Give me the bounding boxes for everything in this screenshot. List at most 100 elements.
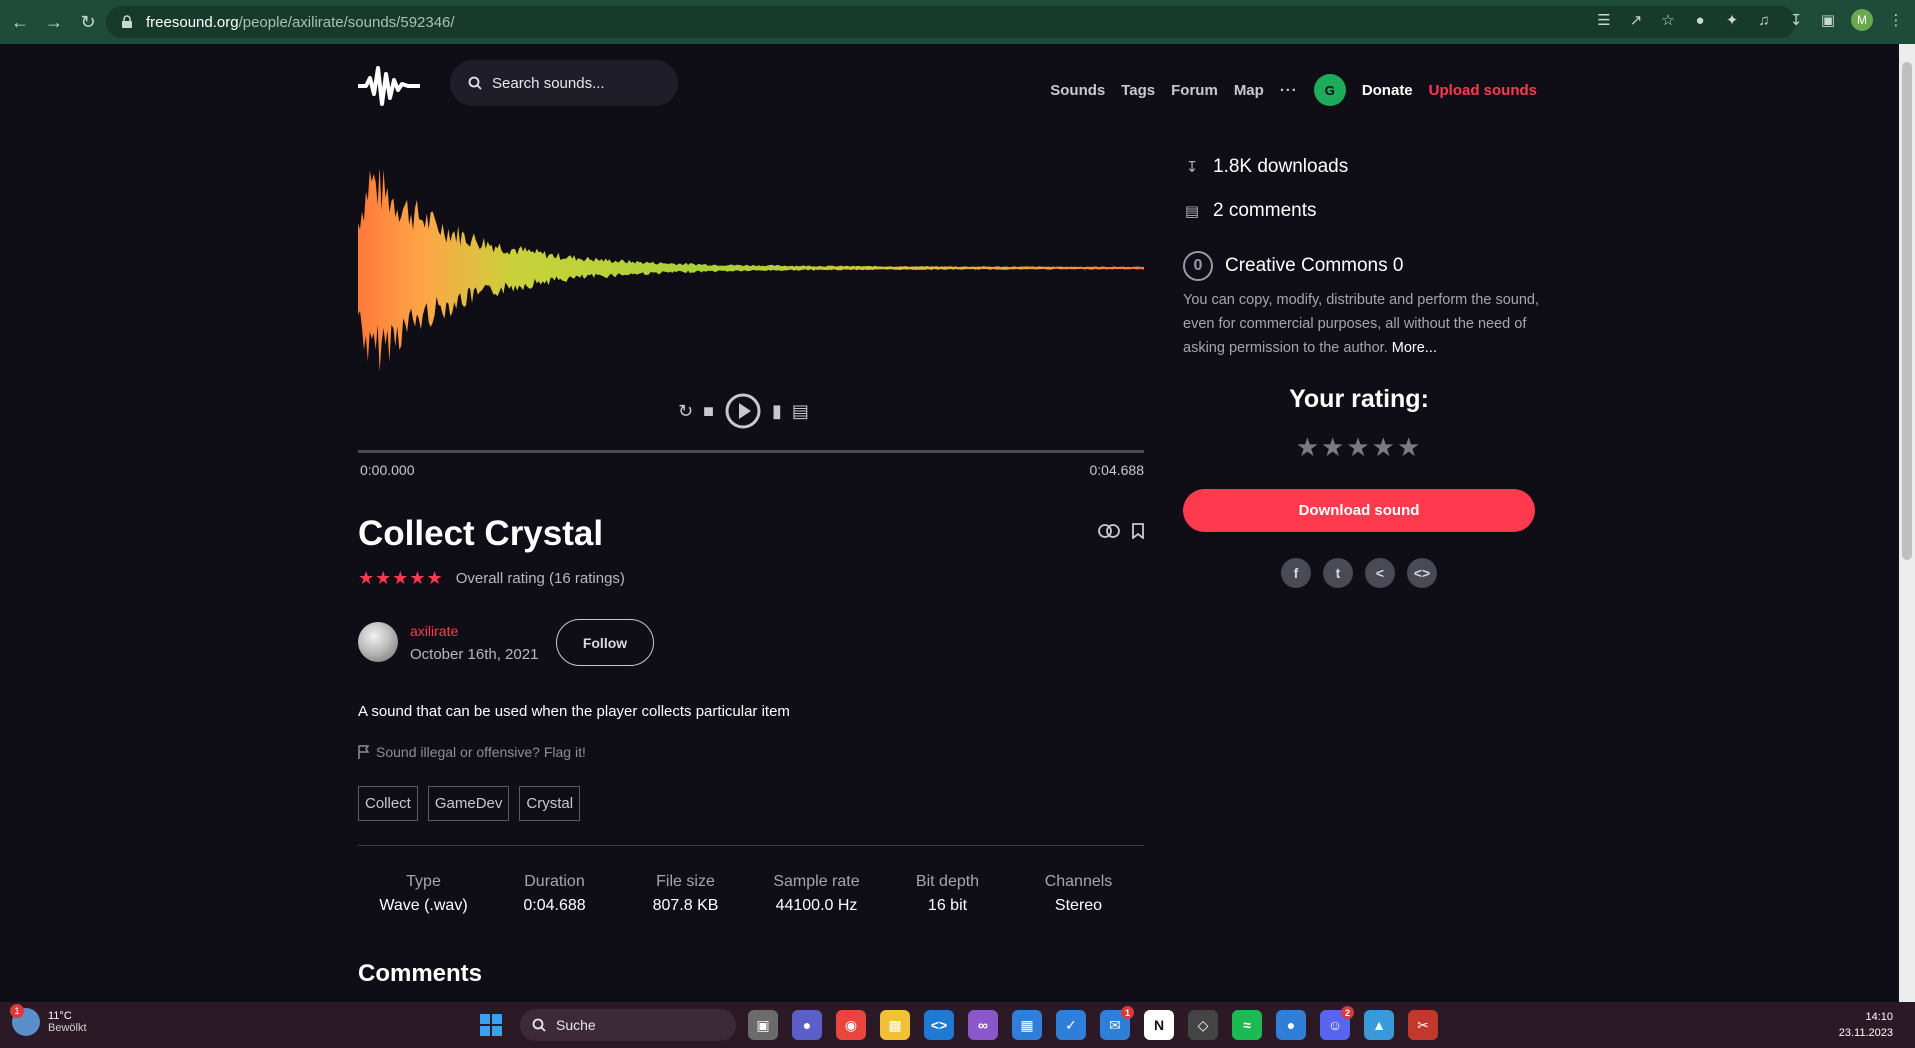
nav-forum[interactable]: Forum — [1171, 82, 1218, 99]
spec-value: Wave (.wav) — [379, 897, 468, 914]
maps-icon[interactable]: ● — [1276, 1010, 1306, 1040]
discord-icon[interactable]: ☺ 2 — [1320, 1006, 1354, 1040]
mail-badge: 1 — [1121, 1006, 1134, 1019]
spec-value: 44100.0 Hz — [775, 897, 858, 914]
spectrogram-icon[interactable]: ▮ — [772, 401, 782, 422]
loop-icon[interactable]: ↻ — [678, 401, 693, 422]
taskbar-search-label: Suche — [556, 1017, 596, 1033]
vscode-icon[interactable]: <> — [924, 1010, 954, 1040]
spec-value: 807.8 KB — [652, 897, 719, 914]
menu-icon[interactable]: ⋮ — [1887, 11, 1905, 29]
license-title: 0 Creative Commons 0 — [1183, 251, 1403, 281]
lock-icon — [122, 15, 132, 28]
sidepanel-icon[interactable]: ▣ — [1819, 11, 1837, 29]
calendar-icon[interactable]: ▦ — [1012, 1010, 1042, 1040]
spec-type: Type Wave (.wav) — [358, 873, 489, 915]
site-nav: Sounds Tags Forum Map ··· G Donate Uploa… — [1050, 74, 1537, 106]
spec-channels: Channels Stereo — [1013, 873, 1144, 915]
notion-icon[interactable]: N — [1144, 1010, 1174, 1040]
stop-icon[interactable]: ■ — [703, 401, 714, 422]
tag-crystal[interactable]: Crystal — [519, 786, 581, 821]
tag-collect[interactable]: Collect — [358, 786, 418, 821]
extension-icon[interactable]: ● — [1691, 11, 1709, 29]
browser-actions: ☰ ↗ ☆ ● ✦ ♫ ↧ ▣ M ⋮ — [1595, 9, 1905, 31]
file-explorer-icon[interactable]: ▩ — [880, 1010, 910, 1040]
similar-sounds-icon[interactable] — [1098, 523, 1120, 539]
sound-specs: Type Wave (.wav) Duration 0:04.688 File si… — [358, 873, 1144, 915]
search-input[interactable]: Search sounds... — [450, 60, 678, 106]
browser-toolbar: ← → ↻ freesound.org/people/axilirate/sou… — [0, 0, 1915, 44]
download-icon[interactable]: ↧ — [1787, 11, 1805, 29]
more-menu-icon[interactable]: ··· — [1280, 82, 1298, 99]
waveform[interactable] — [358, 170, 1144, 428]
todo-icon[interactable]: ✓ — [1056, 1010, 1086, 1040]
back-icon[interactable]: ← — [6, 8, 34, 36]
windows-start-icon[interactable] — [480, 1014, 502, 1036]
taskbar-apps: ▣ ● ◉ ▩ <> ∞ ▦ ✓ ✉ 1 N ◇ ≈ ● ☺ 2 ▲ ✂ — [748, 1006, 1438, 1040]
play-icon[interactable] — [724, 392, 762, 430]
taskbar-search[interactable]: Suche — [520, 1009, 736, 1041]
spotify-icon[interactable]: ≈ — [1232, 1010, 1262, 1040]
freesound-logo[interactable] — [358, 60, 420, 110]
title-actions — [1098, 523, 1144, 539]
progress-bar[interactable] — [358, 450, 1144, 453]
nav-map[interactable]: Map — [1234, 82, 1264, 99]
share-link-icon[interactable]: < — [1365, 558, 1395, 588]
task-view-icon[interactable]: ▣ — [748, 1010, 778, 1040]
translate-icon[interactable]: ☰ — [1595, 11, 1613, 29]
donate-link[interactable]: Donate — [1362, 82, 1413, 99]
weather-widget[interactable]: 1 11°C Bewölkt — [10, 1004, 87, 1036]
spec-key: Bit depth — [915, 873, 980, 890]
chrome-icon[interactable]: ◉ — [836, 1010, 866, 1040]
player-controls: ↻ ■ ▮ ▤ — [678, 392, 809, 430]
username-link[interactable]: axilirate — [410, 623, 458, 639]
license-more-link[interactable]: More... — [1392, 340, 1437, 356]
ruler-icon[interactable]: ▤ — [792, 401, 809, 422]
share-icon[interactable]: ↗ — [1627, 11, 1645, 29]
nav-tags[interactable]: Tags — [1121, 82, 1155, 99]
visual-studio-icon[interactable]: ∞ — [968, 1010, 998, 1040]
upload-sounds-link[interactable]: Upload sounds — [1429, 82, 1537, 99]
spec-key: Type — [406, 873, 441, 890]
system-clock[interactable]: 14:10 23.11.2023 — [1839, 1009, 1893, 1041]
avatar[interactable] — [358, 622, 398, 662]
photos-icon[interactable]: ▲ — [1364, 1010, 1394, 1040]
comments-heading: Comments — [358, 960, 483, 987]
rate-stars[interactable]: ★★★★★ — [1183, 432, 1535, 463]
bookmark-icon[interactable] — [1132, 523, 1144, 539]
puzzle-icon[interactable]: ✦ — [1723, 11, 1741, 29]
flag-link[interactable]: Sound illegal or offensive? Flag it! — [358, 744, 586, 760]
nav-sounds[interactable]: Sounds — [1050, 82, 1105, 99]
snipping-tool-icon[interactable]: ✂ — [1408, 1010, 1438, 1040]
download-button[interactable]: Download sound — [1183, 489, 1535, 532]
reload-icon[interactable]: ↻ — [74, 8, 102, 36]
embed-icon[interactable]: <> — [1407, 558, 1437, 588]
follow-button[interactable]: Follow — [556, 619, 654, 666]
page-title: Collect Crystal — [358, 514, 604, 553]
rating-text: Overall rating (16 ratings) — [455, 570, 625, 587]
mail-icon[interactable]: ✉ 1 — [1100, 1006, 1134, 1040]
search-icon — [532, 1018, 546, 1032]
forward-icon[interactable]: → — [40, 8, 68, 36]
bookmark-star-icon[interactable]: ☆ — [1659, 11, 1677, 29]
media-icon[interactable]: ♫ — [1755, 11, 1773, 29]
downloads-count: ↧ 1.8K downloads — [1183, 156, 1349, 178]
spec-value: 16 bit — [927, 897, 968, 914]
tag-gamedev[interactable]: GameDev — [427, 786, 510, 821]
profile-avatar[interactable]: M — [1851, 9, 1873, 31]
twitter-icon[interactable]: t — [1323, 558, 1353, 588]
spec-key: Sample rate — [773, 873, 860, 890]
overall-rating: ★★★★★ Overall rating (16 ratings) — [358, 568, 625, 589]
clock-time: 14:10 — [1865, 1011, 1893, 1023]
search-placeholder: Search sounds... — [492, 74, 605, 92]
page-scrollbar[interactable] — [1899, 44, 1915, 1002]
divider — [358, 845, 1144, 846]
user-avatar-button[interactable]: G — [1313, 74, 1346, 106]
scrollbar-thumb[interactable] — [1902, 62, 1912, 560]
teams-icon[interactable]: ● — [792, 1010, 822, 1040]
url-path: /people/axilirate/sounds/592346/ — [238, 13, 455, 31]
address-bar[interactable]: freesound.org/people/axilirate/sounds/59… — [106, 6, 1796, 38]
facebook-icon[interactable]: f — [1281, 558, 1311, 588]
comments-count[interactable]: ▤ 2 comments — [1183, 200, 1317, 222]
unity-icon[interactable]: ◇ — [1188, 1010, 1218, 1040]
